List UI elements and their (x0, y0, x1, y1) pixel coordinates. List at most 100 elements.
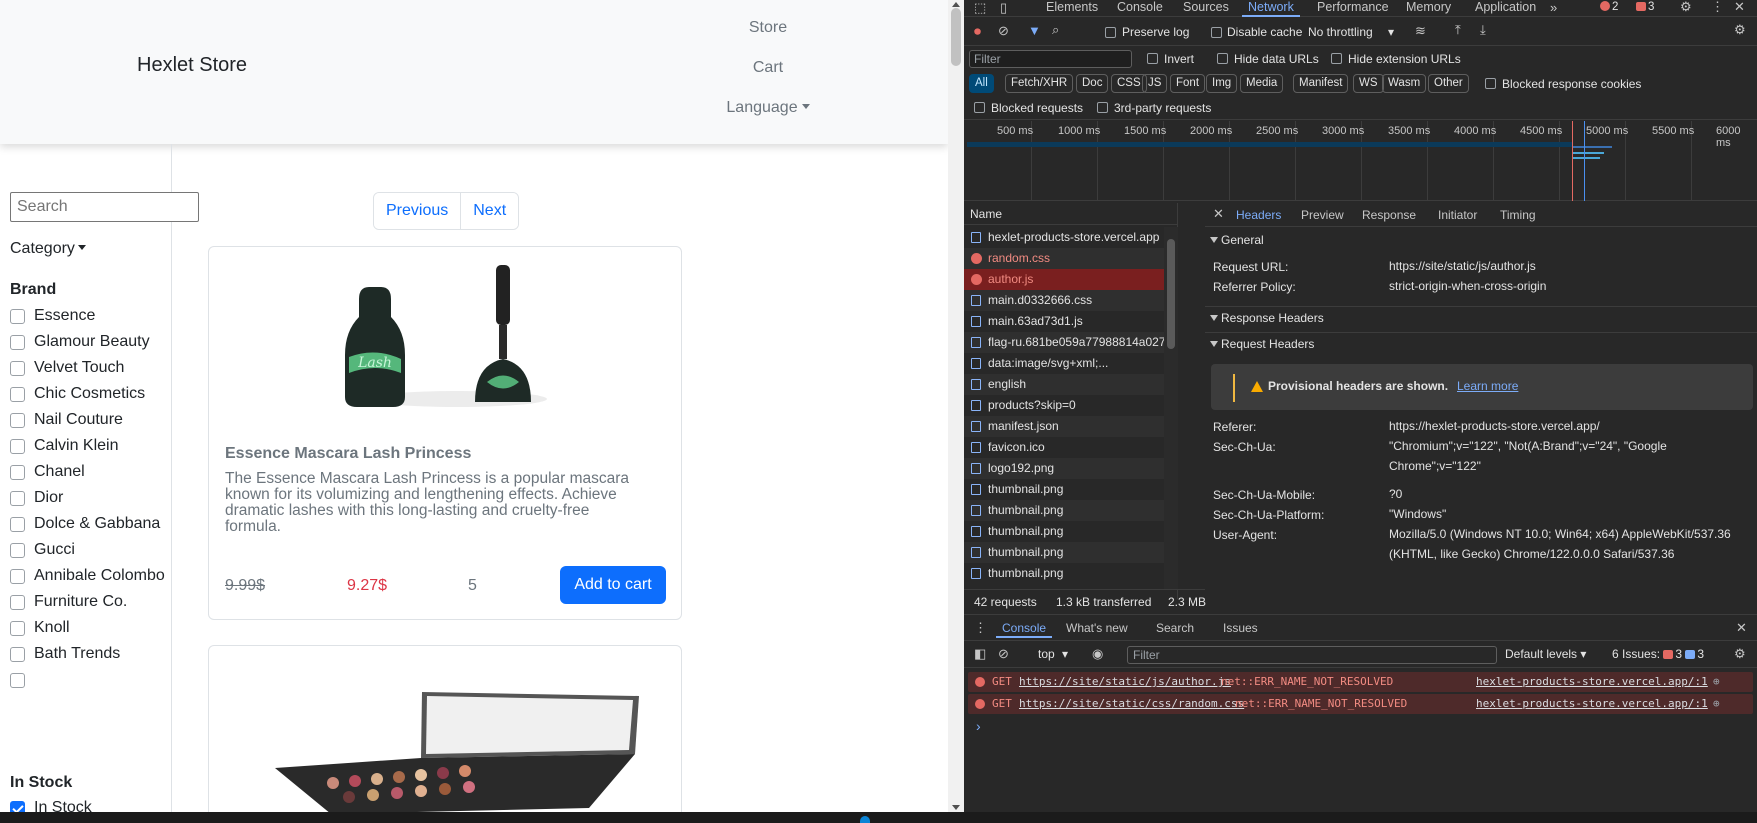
search-input[interactable] (10, 192, 199, 222)
checkbox-icon[interactable] (10, 413, 25, 428)
network-request-row[interactable]: flag-ru.681be059a77988814a02724... (964, 332, 1164, 353)
network-request-row[interactable]: data:image/svg+xml;... (964, 353, 1164, 374)
network-request-row[interactable]: hexlet-products-store.vercel.app (964, 227, 1164, 248)
network-request-row[interactable]: favicon.ico (964, 437, 1164, 458)
brand-filter-option[interactable]: Essence (10, 304, 170, 328)
throttling-select[interactable]: No throttling ▾ (1308, 25, 1394, 39)
type-wasm[interactable]: Wasm (1382, 74, 1427, 93)
issue-count-badge[interactable]: 3 (1636, 1, 1654, 13)
drawer-menu-icon[interactable]: ⋮ (974, 621, 987, 635)
brand-filter-option[interactable]: Chic Cosmetics (10, 382, 170, 406)
console-settings-icon[interactable]: ⚙ (1734, 647, 1746, 661)
hide-data-urls-checkbox[interactable] (1217, 53, 1228, 64)
type-media[interactable]: Media (1240, 74, 1284, 93)
brand-filter-option[interactable]: Bath Trends (10, 642, 170, 666)
checkbox-checked-icon[interactable] (10, 801, 25, 812)
checkbox-icon[interactable] (10, 517, 25, 532)
checkbox-icon[interactable] (10, 439, 25, 454)
network-link-icon[interactable]: ⊕ (1713, 694, 1720, 714)
add-to-cart-button[interactable]: Add to cart (560, 566, 666, 604)
request-headers-toggle[interactable]: Request Headers (1205, 332, 1757, 354)
console-source-link[interactable]: hexlet-products-store.vercel.app/:1 (1476, 694, 1708, 714)
console-prompt[interactable]: › (976, 718, 981, 734)
invert-checkbox[interactable] (1147, 53, 1158, 64)
nav-language-dropdown[interactable]: Language (700, 99, 836, 117)
context-select[interactable]: top ▾ (1038, 647, 1068, 661)
live-expression-eye-icon[interactable]: ◉ (1092, 647, 1103, 661)
type-manifest[interactable]: Manifest (1293, 74, 1349, 93)
brand-filter-option[interactable]: Calvin Klein (10, 434, 170, 458)
network-request-row[interactable]: random.css (964, 248, 1164, 269)
type-font[interactable]: Font (1170, 74, 1206, 93)
checkbox-icon[interactable] (10, 543, 25, 558)
clear-icon[interactable]: ⊘ (998, 24, 1009, 38)
checkbox-icon[interactable] (10, 569, 25, 584)
kebab-menu-icon[interactable]: ⋮ (1711, 0, 1724, 14)
checkbox-icon[interactable] (10, 673, 25, 688)
page-scrollbar-thumb[interactable] (951, 8, 961, 66)
network-request-row[interactable]: manifest.json (964, 416, 1164, 437)
network-request-row[interactable]: thumbnail.png (964, 542, 1164, 563)
close-devtools-icon[interactable]: ✕ (1734, 0, 1745, 14)
console-error-url[interactable]: https://site/static/css/random.css (1019, 694, 1244, 714)
brand-filter-option[interactable]: Chanel (10, 460, 170, 484)
checkbox-icon[interactable] (10, 465, 25, 480)
in-stock-checkbox[interactable]: In Stock (10, 796, 92, 812)
checkbox-icon[interactable] (10, 621, 25, 636)
tab-sources[interactable]: Sources (1183, 0, 1229, 14)
checkbox-icon[interactable] (10, 491, 25, 506)
network-settings-icon[interactable]: ⚙ (1734, 23, 1746, 37)
checkbox-icon[interactable] (10, 595, 25, 610)
hide-extension-urls-checkbox[interactable] (1331, 53, 1342, 64)
network-request-row[interactable]: thumbnail.png (964, 563, 1164, 584)
type-doc[interactable]: Doc (1076, 74, 1109, 93)
network-request-row[interactable]: thumbnail.png (964, 521, 1164, 542)
response-headers-toggle[interactable]: Response Headers (1205, 306, 1757, 328)
network-request-row[interactable]: main.d0332666.css (964, 290, 1164, 311)
device-toolbar-icon[interactable]: ▯ (1000, 1, 1007, 15)
close-detail-icon[interactable]: ✕ (1213, 207, 1224, 221)
tab-response[interactable]: Response (1362, 208, 1416, 222)
drawer-tab-console[interactable]: Console (995, 621, 1053, 638)
settings-gear-icon[interactable]: ⚙ (1680, 0, 1692, 14)
import-har-icon[interactable]: ⤒ (1455, 23, 1461, 37)
request-list-scrollbar[interactable] (1164, 227, 1178, 590)
general-section-toggle[interactable]: General (1205, 229, 1757, 251)
console-error-url[interactable]: https://site/static/js/author.js (1019, 672, 1231, 692)
clear-console-icon[interactable]: ⊘ (998, 647, 1009, 661)
issues-counter[interactable]: 6 Issues: 3 3 (1612, 647, 1704, 661)
network-filter-input[interactable]: Filter (969, 50, 1132, 68)
brand-filter-option[interactable]: Furniture Co. (10, 590, 170, 614)
close-drawer-icon[interactable]: ✕ (1736, 621, 1747, 635)
network-timeline-overview[interactable]: 500 ms 1000 ms 1500 ms 2000 ms 2500 ms 3… (964, 121, 1757, 201)
more-tabs-icon[interactable]: » (1550, 1, 1557, 15)
checkbox-icon[interactable] (10, 361, 25, 376)
nav-store-link[interactable]: Store (700, 19, 836, 37)
sidebar-toggle-icon[interactable]: ◧ (974, 647, 986, 661)
brand-filter-option[interactable]: Nail Couture (10, 408, 170, 432)
brand-filter-option[interactable]: Dior (10, 486, 170, 510)
tab-console[interactable]: Console (1117, 0, 1163, 14)
network-conditions-icon[interactable]: ≋ (1415, 24, 1426, 38)
preserve-log-checkbox[interactable] (1105, 27, 1116, 38)
export-har-icon[interactable]: ⤓ (1480, 23, 1486, 37)
brand-filter-option[interactable]: Dolce & Gabbana (10, 512, 170, 536)
brand-filter-option[interactable]: Knoll (10, 616, 170, 640)
brand-filter-option[interactable]: Glamour Beauty (10, 330, 170, 354)
name-column-header[interactable]: Name (964, 203, 1178, 225)
tab-memory[interactable]: Memory (1406, 0, 1451, 14)
type-ws[interactable]: WS (1353, 74, 1384, 93)
drawer-tab-whats-new[interactable]: What's new (1066, 621, 1128, 635)
brand-filter-option[interactable]: Annibale Colombo (10, 564, 170, 588)
tab-application[interactable]: Application (1475, 0, 1536, 14)
network-request-row[interactable]: thumbnail.png (964, 479, 1164, 500)
tab-network[interactable]: Network (1242, 0, 1300, 17)
network-request-row[interactable]: products?skip=0 (964, 395, 1164, 416)
drawer-tab-search[interactable]: Search (1156, 621, 1194, 635)
scroll-up-arrow-icon[interactable] (952, 2, 960, 7)
tab-performance[interactable]: Performance (1317, 0, 1389, 14)
blocked-cookies-checkbox[interactable] (1485, 78, 1496, 89)
inspect-element-icon[interactable]: ⬚ (974, 1, 986, 15)
drawer-tab-issues[interactable]: Issues (1223, 621, 1258, 635)
page-scrollbar[interactable] (948, 0, 964, 812)
